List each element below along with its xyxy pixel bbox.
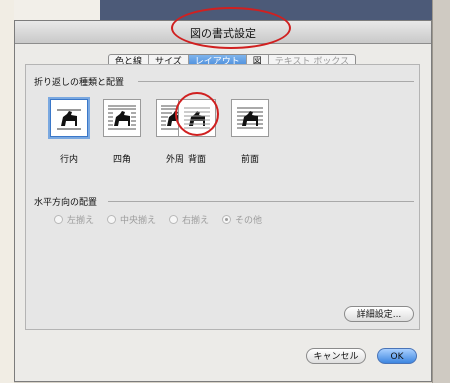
ok-button[interactable]: OK: [377, 348, 417, 364]
wrap-label-behind: 背面: [187, 155, 206, 165]
radio-button[interactable]: [222, 215, 232, 224]
wrap-option-square[interactable]: [103, 99, 141, 137]
wrap-label-front: 前面: [240, 155, 259, 165]
square-wrap-icon: [108, 105, 136, 130]
wrap-option-inline[interactable]: [50, 99, 88, 137]
format-picture-dialog: 図の書式設定 色と線 サイズ レイアウト 図 テキスト ボックス 折り返しの種類…: [14, 7, 432, 382]
wrap-label-inline: 行内: [59, 155, 78, 165]
radio-button[interactable]: [107, 215, 117, 224]
advanced-settings-button[interactable]: 詳細設定...: [344, 306, 414, 322]
alignment-section-divider: [108, 201, 414, 202]
background-document-area: [0, 0, 100, 20]
inline-wrap-icon: [57, 109, 81, 130]
radio-align-right[interactable]: 右揃え: [169, 213, 209, 226]
in-front-of-text-icon: [237, 107, 263, 129]
radio-label: 中央揃え: [120, 216, 157, 226]
alignment-radio-group: 左揃え 中央揃え 右揃え その他: [54, 213, 262, 226]
radio-label: 左揃え: [67, 216, 95, 226]
wrapping-section-label: 折り返しの種類と配置: [34, 78, 125, 88]
layout-panel: 折り返しの種類と配置 行内 四角 外周 背面 前面 水平方向の配置 左揃え 中央…: [25, 64, 420, 330]
cancel-button[interactable]: キャンセル: [306, 348, 366, 364]
behind-highlight-oval: [175, 92, 219, 136]
wrap-option-front[interactable]: [231, 99, 269, 137]
radio-label: その他: [235, 216, 263, 226]
wrap-label-square: 四角: [112, 155, 131, 165]
dialog-titlebar[interactable]: 図の書式設定: [15, 7, 431, 49]
background-document-edge: [0, 0, 14, 383]
radio-button[interactable]: [54, 215, 63, 224]
wrapping-section-divider: [138, 81, 414, 82]
background-scrollbar[interactable]: [432, 0, 450, 383]
title-highlight-oval: [171, 7, 291, 49]
radio-align-left[interactable]: 左揃え: [54, 213, 94, 226]
radio-align-other[interactable]: その他: [222, 213, 262, 226]
radio-label: 右揃え: [182, 216, 210, 226]
alignment-section-label: 水平方向の配置: [34, 198, 98, 208]
radio-align-center[interactable]: 中央揃え: [107, 213, 156, 226]
radio-button[interactable]: [169, 215, 179, 224]
